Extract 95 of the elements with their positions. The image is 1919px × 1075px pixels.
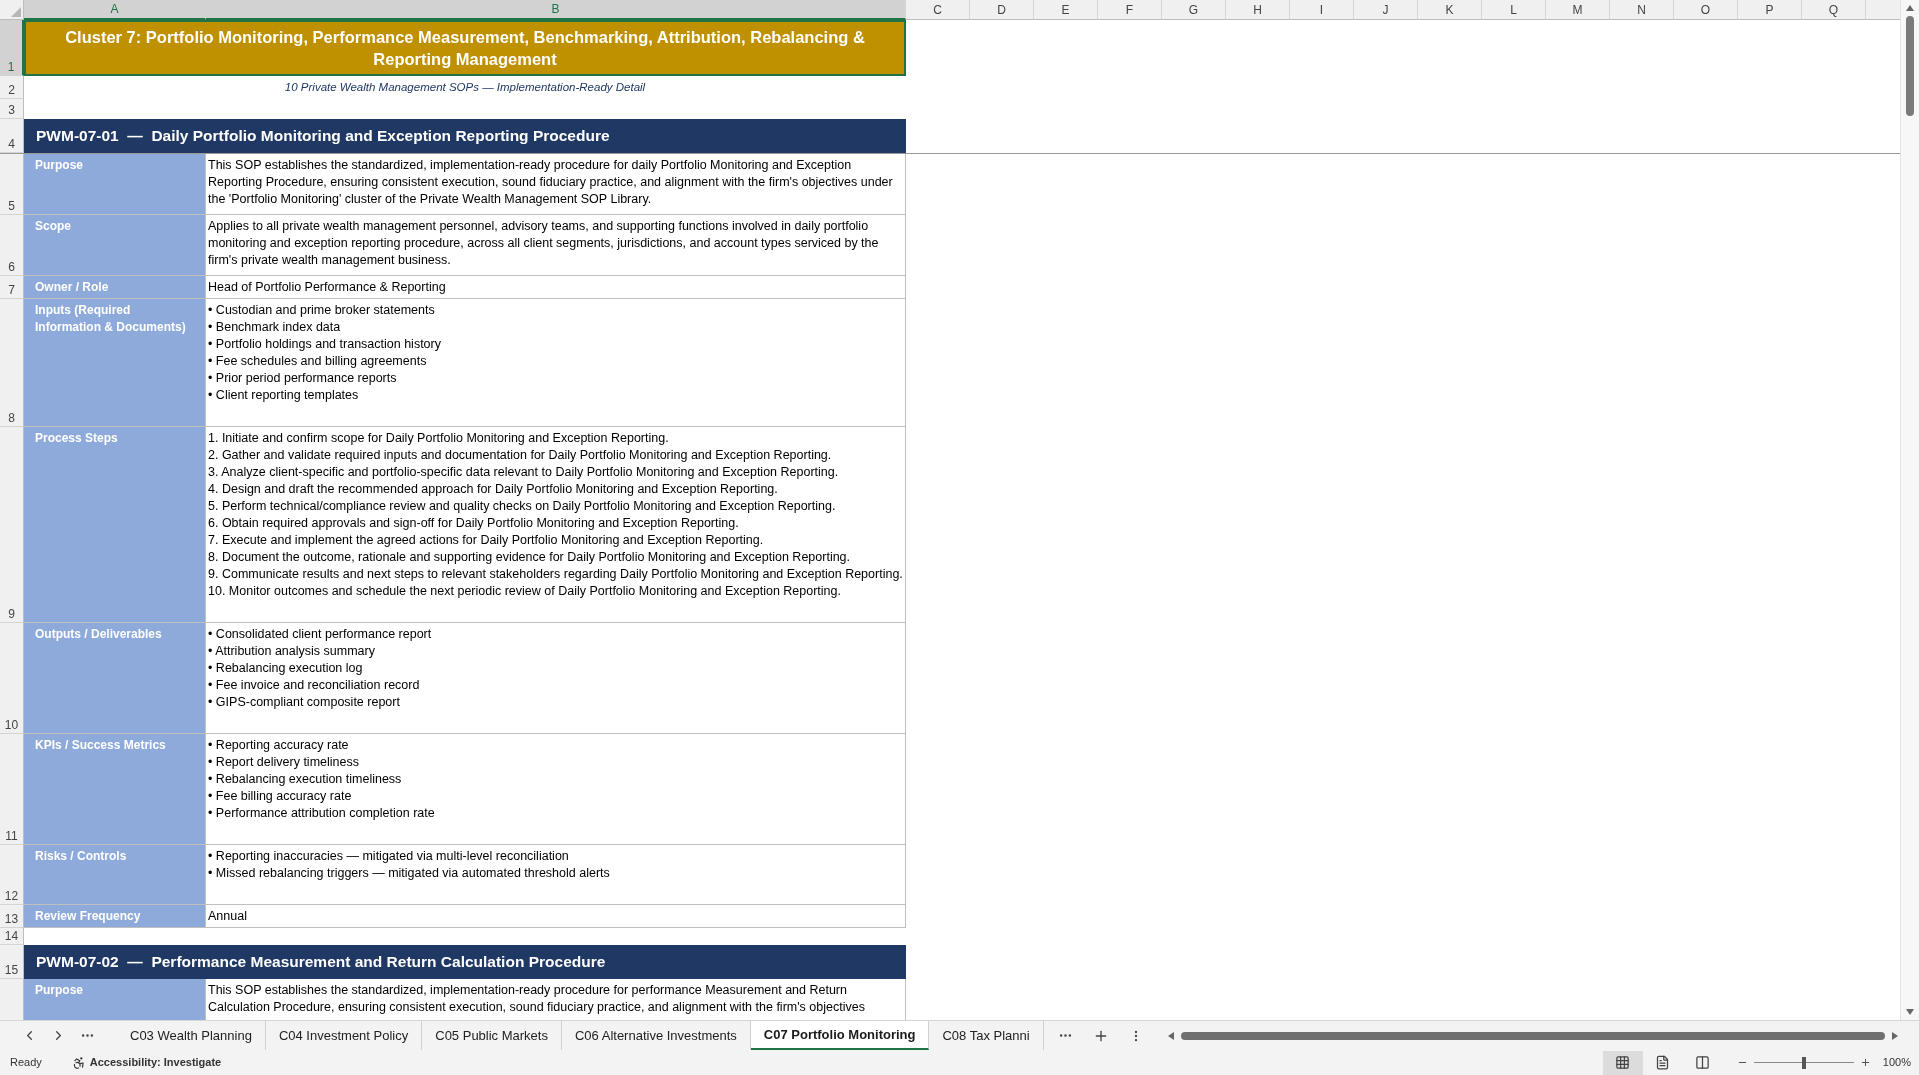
- column-header[interactable]: C: [906, 0, 970, 20]
- section-heading: PWM-07-02 — Performance Measurement and Return Calculation Procedure: [24, 945, 906, 979]
- field-text: 7. Execute and implement the agreed actions for Daily Portfolio Monitoring and Exception Reporting.: [208, 532, 765, 549]
- scroll-down-icon[interactable]: [1905, 1008, 1915, 1016]
- field-label: Outputs / Deliverables: [24, 623, 206, 734]
- field-text: • Rebalancing execution timeliness: [208, 771, 403, 788]
- field-text: • Rebalancing execution log: [208, 660, 364, 677]
- field-text: Head of Portfolio Performance & Reporting: [208, 279, 447, 296]
- column-header[interactable]: G: [1162, 0, 1226, 20]
- title-cell: Cluster 7: Portfolio Monitoring, Performance Measurement, Benchmarking, Attribution, Rebalancing & Reporting Management: [24, 20, 906, 76]
- scroll-up-icon[interactable]: [1905, 4, 1915, 12]
- row-header[interactable]: 11: [0, 734, 24, 845]
- row-header[interactable]: 6: [0, 215, 24, 276]
- row-header[interactable]: 1: [0, 20, 24, 76]
- row-header[interactable]: 4: [0, 119, 24, 153]
- field-label: KPIs / Success Metrics: [24, 734, 206, 845]
- zoom-level[interactable]: 100%: [1882, 1054, 1911, 1071]
- zoom-slider-thumb[interactable]: [1801, 1056, 1806, 1069]
- field-text: • Benchmark index data: [208, 319, 342, 336]
- scroll-right-icon[interactable]: [1891, 1030, 1899, 1041]
- field-text: • Fee invoice and reconciliation record: [208, 677, 421, 694]
- field-label: Scope: [24, 215, 206, 276]
- row-header[interactable]: 8: [0, 299, 24, 427]
- column-header[interactable]: B: [206, 0, 906, 20]
- row-header[interactable]: 9: [0, 427, 24, 623]
- field-label: Process Steps: [24, 427, 206, 623]
- row-header[interactable]: 15: [0, 945, 24, 979]
- row-header[interactable]: 5: [0, 154, 24, 215]
- column-header[interactable]: H: [1226, 0, 1290, 20]
- field-text: 2. Gather and validate required inputs and documentation for Daily Portfolio Monitoring and Exception Reporting.: [208, 447, 833, 464]
- column-header[interactable]: N: [1610, 0, 1674, 20]
- accessibility-status[interactable]: Accessibility: Investigate: [89, 1054, 222, 1071]
- column-header[interactable]: J: [1354, 0, 1418, 20]
- field-text: • Fee billing accuracy rate: [208, 788, 353, 805]
- zoom-in-icon[interactable]: [1859, 1057, 1871, 1068]
- horizontal-scrollbar-thumb[interactable]: [1180, 1031, 1885, 1040]
- grid-view-icon[interactable]: [1602, 1050, 1643, 1075]
- field-text: 4. Design and draft the recommended approach for Daily Portfolio Monitoring and Exception Reporting.: [208, 481, 779, 498]
- row-header[interactable]: 3: [0, 99, 24, 119]
- column-header[interactable]: L: [1482, 0, 1546, 20]
- column-header[interactable]: E: [1034, 0, 1098, 20]
- field-text: 1. Initiate and confirm scope for Daily Portfolio Monitoring and Exception Reporting.: [208, 430, 670, 447]
- field-text: • Performance attribution completion rate: [208, 805, 436, 822]
- scroll-left-icon[interactable]: [1166, 1030, 1175, 1041]
- column-header[interactable]: F: [1098, 0, 1162, 20]
- column-header[interactable]: M: [1546, 0, 1610, 20]
- zoom-slider[interactable]: [1753, 1055, 1854, 1070]
- column-header[interactable]: Q: [1802, 0, 1866, 20]
- row-header[interactable]: 13: [0, 905, 24, 928]
- field-text: 5. Perform technical/compliance review and quality checks on Daily Portfolio Monitoring and Exception Reporting.: [208, 498, 837, 515]
- row-header[interactable]: 10: [0, 623, 24, 734]
- accessibility-icon[interactable]: [71, 1055, 86, 1070]
- field-text: 8. Document the outcome, rationale and supporting evidence for Daily Portfolio Monitoring and Exception Reporting.: [208, 549, 852, 566]
- column-header[interactable]: D: [970, 0, 1034, 20]
- field-text: Annual: [208, 908, 248, 925]
- field-text: • Report delivery timeliness: [208, 754, 360, 771]
- field-text: • Reporting accuracy rate: [208, 737, 350, 754]
- field-text: • GIPS-compliant composite report: [208, 694, 401, 711]
- row-header[interactable]: 12: [0, 845, 24, 905]
- field-text: • Portfolio holdings and transaction history: [208, 336, 442, 353]
- field-label: Review Frequency: [24, 905, 206, 928]
- field-text: Applies to all private wealth management personnel, advisory teams, and supporting functions involved in daily portfolio monitoring and exception reporting procedure, across all client segments, jurisdictions, and account types serviced by the firm's private wealth management business.: [208, 218, 880, 269]
- field-label: Purpose: [24, 154, 206, 215]
- column-header[interactable]: P: [1738, 0, 1802, 20]
- subtitle-text: 10 Private Wealth Management SOPs — Implementation-Ready Detail: [284, 79, 646, 95]
- field-text: • Consolidated client performance report: [208, 626, 433, 643]
- field-label: Inputs (Required Information & Documents): [24, 299, 206, 427]
- column-header[interactable]: A: [24, 0, 206, 20]
- field-text: This SOP establishes the standardized, implementation-ready procedure for performance Measurement and Return Calculation Procedure, ensuring consistent execution, sound fiduciary practice, and alignment with the firm's objectives: [208, 982, 866, 1016]
- field-text: 9. Communicate results and next steps to relevant stakeholders regarding Daily Portfolio Monitoring and Exception Reporting.: [208, 566, 903, 583]
- field-text: 3. Analyze client-specific and portfolio-specific data relevant to Daily Portfolio Monitoring and Exception Reporting.: [208, 464, 840, 481]
- field-text: • Custodian and prime broker statements: [208, 302, 436, 319]
- row-header[interactable]: 7: [0, 276, 24, 299]
- field-text: • Reporting inaccuracies — mitigated via multi-level reconciliation: [208, 848, 570, 865]
- column-header[interactable]: I: [1290, 0, 1354, 20]
- row-header[interactable]: 2: [0, 76, 24, 99]
- column-header[interactable]: O: [1674, 0, 1738, 20]
- status-text: Ready: [9, 1055, 43, 1071]
- field-text: • Fee schedules and billing agreements: [208, 353, 428, 370]
- column-header[interactable]: K: [1418, 0, 1482, 20]
- field-text: This SOP establishes the standardized, implementation-ready procedure for daily Portfolio Monitoring and Exception Reporting Procedure, ensuring consistent execution, sound fiduciary practice, and alignment with the firm's objectives under the 'Portfolio Monitoring' cluster of the Private Wealth Management SOP Library.: [208, 157, 894, 208]
- sheet-tab[interactable]: C07 Portfolio Monitoring: [750, 1021, 930, 1050]
- field-label: Owner / Role: [24, 276, 206, 299]
- row-header[interactable]: 14: [0, 928, 24, 945]
- section-heading: PWM-07-01 — Daily Portfolio Monitoring and Exception Reporting Procedure: [24, 119, 906, 153]
- field-text: • Attribution analysis summary: [208, 643, 376, 660]
- vertical-scrollbar[interactable]: [1900, 0, 1919, 1020]
- field-text: • Missed rebalancing triggers — mitigated via automated threshold alerts: [208, 865, 611, 882]
- field-label: Risks / Controls: [24, 845, 206, 905]
- field-text: • Prior period performance reports: [208, 370, 398, 387]
- field-text: • Client reporting templates: [208, 387, 360, 404]
- scrollbar-thumb[interactable]: [1906, 16, 1914, 116]
- field-label: Purpose: [24, 979, 206, 1020]
- field-text: 6. Obtain required approvals and sign-off for Daily Portfolio Monitoring and Exception Reporting.: [208, 515, 740, 532]
- field-text: 10. Monitor outcomes and schedule the next periodic review of Daily Portfolio Monitoring and Exception Reporting.: [208, 583, 842, 600]
